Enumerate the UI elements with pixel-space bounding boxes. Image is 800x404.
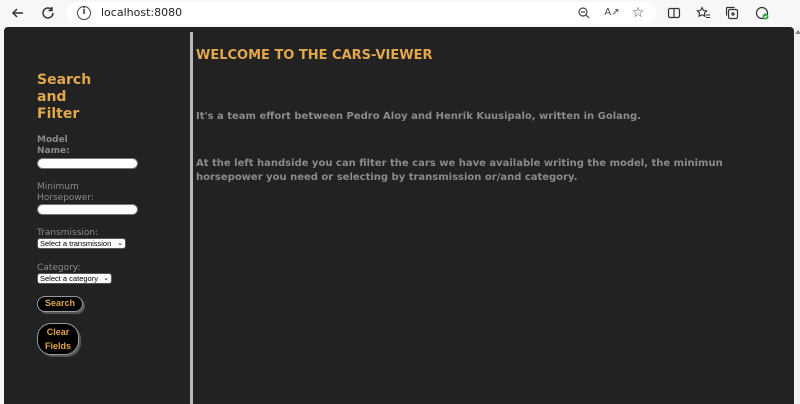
clear-button-line2: Fields [44, 341, 71, 351]
transmission-selected-value: Select a transmission [40, 239, 112, 248]
search-button[interactable]: Search [37, 296, 83, 312]
instructions-paragraph: At the left handside you can filter the … [196, 158, 723, 183]
read-aloud-icon[interactable]: A↗ [602, 3, 622, 23]
sidebar-title: Search and Filter [37, 72, 92, 122]
model-name-input[interactable] [37, 158, 138, 169]
min-horsepower-label: Minimum Horsepower: [37, 182, 94, 203]
favorite-star-icon[interactable]: ☆ [628, 3, 648, 23]
category-selected-value: Select a category [40, 274, 98, 283]
page-heading: WELCOME TO THE CARS-VIEWER [196, 48, 433, 63]
clear-button-line1: Clear [46, 327, 70, 337]
filter-sidebar: Search and Filter Model Name: Minimum Ho… [4, 27, 190, 404]
back-arrow-icon[interactable] [8, 3, 28, 23]
collections-icon[interactable] [722, 3, 742, 23]
model-name-label: Model Name: [37, 135, 70, 156]
intro-paragraph: It's a team effort between Pedro Aloy an… [196, 111, 641, 122]
chevron-down-icon: ⌄ [117, 240, 123, 247]
favorites-icon[interactable] [693, 3, 713, 23]
vertical-scrollbar[interactable] [794, 27, 800, 404]
chevron-down-icon: ⌄ [103, 275, 109, 282]
category-select[interactable]: Select a category ⌄ [37, 273, 112, 284]
min-horsepower-input[interactable] [37, 204, 138, 215]
page-body: Search and Filter Model Name: Minimum Ho… [4, 27, 794, 404]
reload-icon[interactable] [38, 3, 58, 23]
extension-icon[interactable] [752, 3, 772, 23]
sidebar-divider [190, 32, 193, 404]
clear-fields-button[interactable]: Clear Fields [37, 323, 79, 355]
scroll-up-arrow-icon[interactable] [795, 30, 800, 34]
page-viewport: Search and Filter Model Name: Minimum Ho… [0, 26, 800, 404]
transmission-select[interactable]: Select a transmission ⌄ [37, 238, 126, 249]
site-info-icon[interactable]: i [77, 6, 91, 20]
address-bar[interactable]: i localhost:8080 A↗ ☆ [67, 2, 656, 24]
url-text[interactable]: localhost:8080 [101, 6, 182, 19]
zoom-icon[interactable] [574, 3, 594, 23]
browser-toolbar: i localhost:8080 A↗ ☆ [0, 0, 800, 26]
split-screen-icon[interactable] [664, 3, 684, 23]
